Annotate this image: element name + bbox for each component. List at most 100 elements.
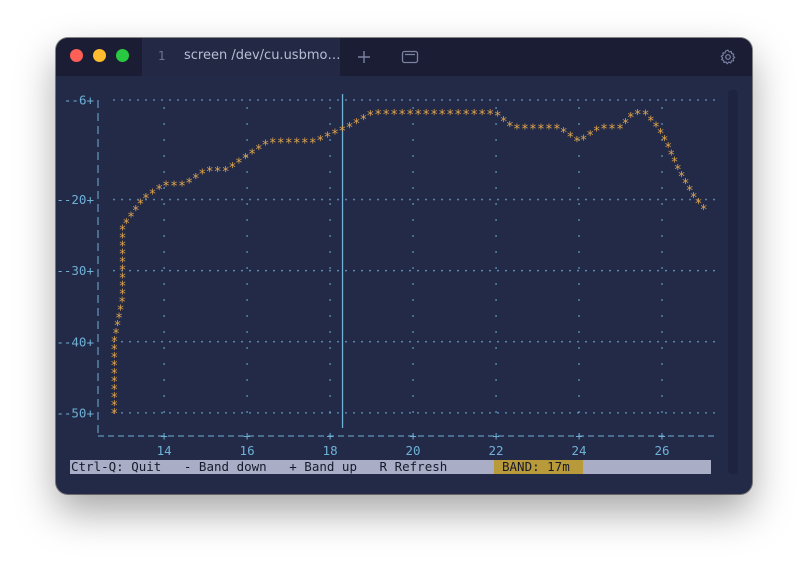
- grid-dot: [473, 411, 475, 414]
- grid-dot: [337, 340, 339, 343]
- grid-dot: [553, 99, 555, 101]
- grid-dot: [246, 331, 248, 333]
- trace-point: *: [293, 137, 301, 152]
- grid-dot: [473, 340, 475, 343]
- grid-dot: [553, 198, 555, 201]
- grid-dot: [649, 411, 651, 414]
- grid-dot: [665, 198, 667, 201]
- grid-dot: [353, 99, 355, 101]
- grid-dot: [412, 299, 414, 301]
- grid-dot: [209, 99, 211, 101]
- grid-dot: [497, 340, 499, 343]
- grid-dot: [201, 198, 203, 201]
- grid-dot: [657, 269, 659, 272]
- x-tick-mark: +: [326, 429, 333, 443]
- grid-dot: [209, 411, 211, 414]
- grid-dot: [529, 99, 531, 101]
- grid-dot: [449, 198, 451, 201]
- grid-dot: [163, 107, 165, 109]
- band-indicator: BAND: 17m: [502, 459, 570, 474]
- grid-dot: [163, 299, 165, 301]
- grid-dot: [273, 198, 275, 201]
- trace-point: *: [414, 108, 422, 123]
- grid-dot: [609, 411, 611, 414]
- grid-dot: [569, 269, 571, 272]
- grid-dot: [697, 340, 699, 343]
- grid-dot: [495, 139, 497, 141]
- grid-dot: [561, 340, 563, 343]
- grid-dot: [569, 99, 571, 101]
- grid-dot: [578, 347, 580, 349]
- grid-dot: [401, 411, 403, 414]
- grid-dot: [681, 198, 683, 201]
- grid-dot: [113, 269, 115, 272]
- grid-dot: [297, 269, 299, 272]
- grid-dot: [329, 299, 331, 301]
- grid-dot: [129, 99, 131, 101]
- grid-dot: [625, 411, 627, 414]
- grid-dot: [657, 198, 659, 201]
- grid-dot: [569, 340, 571, 343]
- grid-dot: [433, 269, 435, 272]
- grid-dot: [161, 269, 163, 272]
- grid-dot: [495, 331, 497, 333]
- grid-dot: [257, 198, 259, 201]
- grid-dot: [246, 235, 248, 237]
- grid-dot: [425, 411, 427, 414]
- grid-dot: [513, 99, 515, 101]
- grid-dot: [641, 411, 643, 414]
- grid-dot: [661, 171, 663, 173]
- grid-dot: [289, 99, 291, 101]
- grid-dot: [433, 198, 435, 201]
- grid-dot: [578, 203, 580, 205]
- trace-point: *: [446, 108, 454, 123]
- grid-dot: [578, 171, 580, 173]
- y-tick-label: --30+: [56, 263, 94, 278]
- trace-point: *: [206, 165, 214, 180]
- grid-dot: [681, 269, 683, 272]
- grid-dot: [412, 123, 414, 125]
- grid-dot: [617, 411, 619, 414]
- grid-dot: [409, 340, 411, 343]
- grid-dot: [145, 269, 147, 272]
- grid-dot: [412, 219, 414, 221]
- grid-dot: [177, 411, 179, 414]
- grid-dot: [657, 411, 659, 414]
- grid-dot: [609, 198, 611, 201]
- grid-dot: [305, 269, 307, 272]
- grid-dot: [495, 395, 497, 397]
- grid-dot: [329, 411, 331, 413]
- grid-dot: [361, 269, 363, 272]
- x-tick-label: 22: [489, 443, 504, 458]
- grid-dot: [578, 219, 580, 221]
- grid-dot: [412, 331, 414, 333]
- grid-dot: [163, 363, 165, 365]
- grid-dot: [673, 340, 675, 343]
- grid-dot: [661, 299, 663, 301]
- grid-dot: [601, 340, 603, 343]
- grid-dot: [609, 340, 611, 343]
- grid-dot: [593, 99, 595, 101]
- grid-dot: [393, 411, 395, 414]
- grid-dot: [441, 99, 443, 101]
- grid-dot: [689, 269, 691, 272]
- grid-dot: [185, 411, 187, 414]
- grid-dot: [705, 269, 707, 272]
- grid-dot: [257, 99, 259, 101]
- grid-dot: [281, 198, 283, 201]
- grid-dot: [593, 411, 595, 414]
- grid-dot: [617, 99, 619, 101]
- grid-dot: [465, 340, 467, 343]
- grid-dot: [425, 269, 427, 272]
- grid-dot: [593, 269, 595, 272]
- grid-dot: [385, 99, 387, 101]
- grid-dot: [521, 411, 523, 414]
- grid-dot: [353, 340, 355, 343]
- x-tick-label: 18: [323, 443, 338, 458]
- grid-dot: [481, 99, 483, 101]
- grid-dot: [401, 269, 403, 272]
- grid-dot: [289, 340, 291, 343]
- grid-dot: [661, 203, 663, 205]
- grid-dot: [521, 340, 523, 343]
- grid-dot: [521, 198, 523, 201]
